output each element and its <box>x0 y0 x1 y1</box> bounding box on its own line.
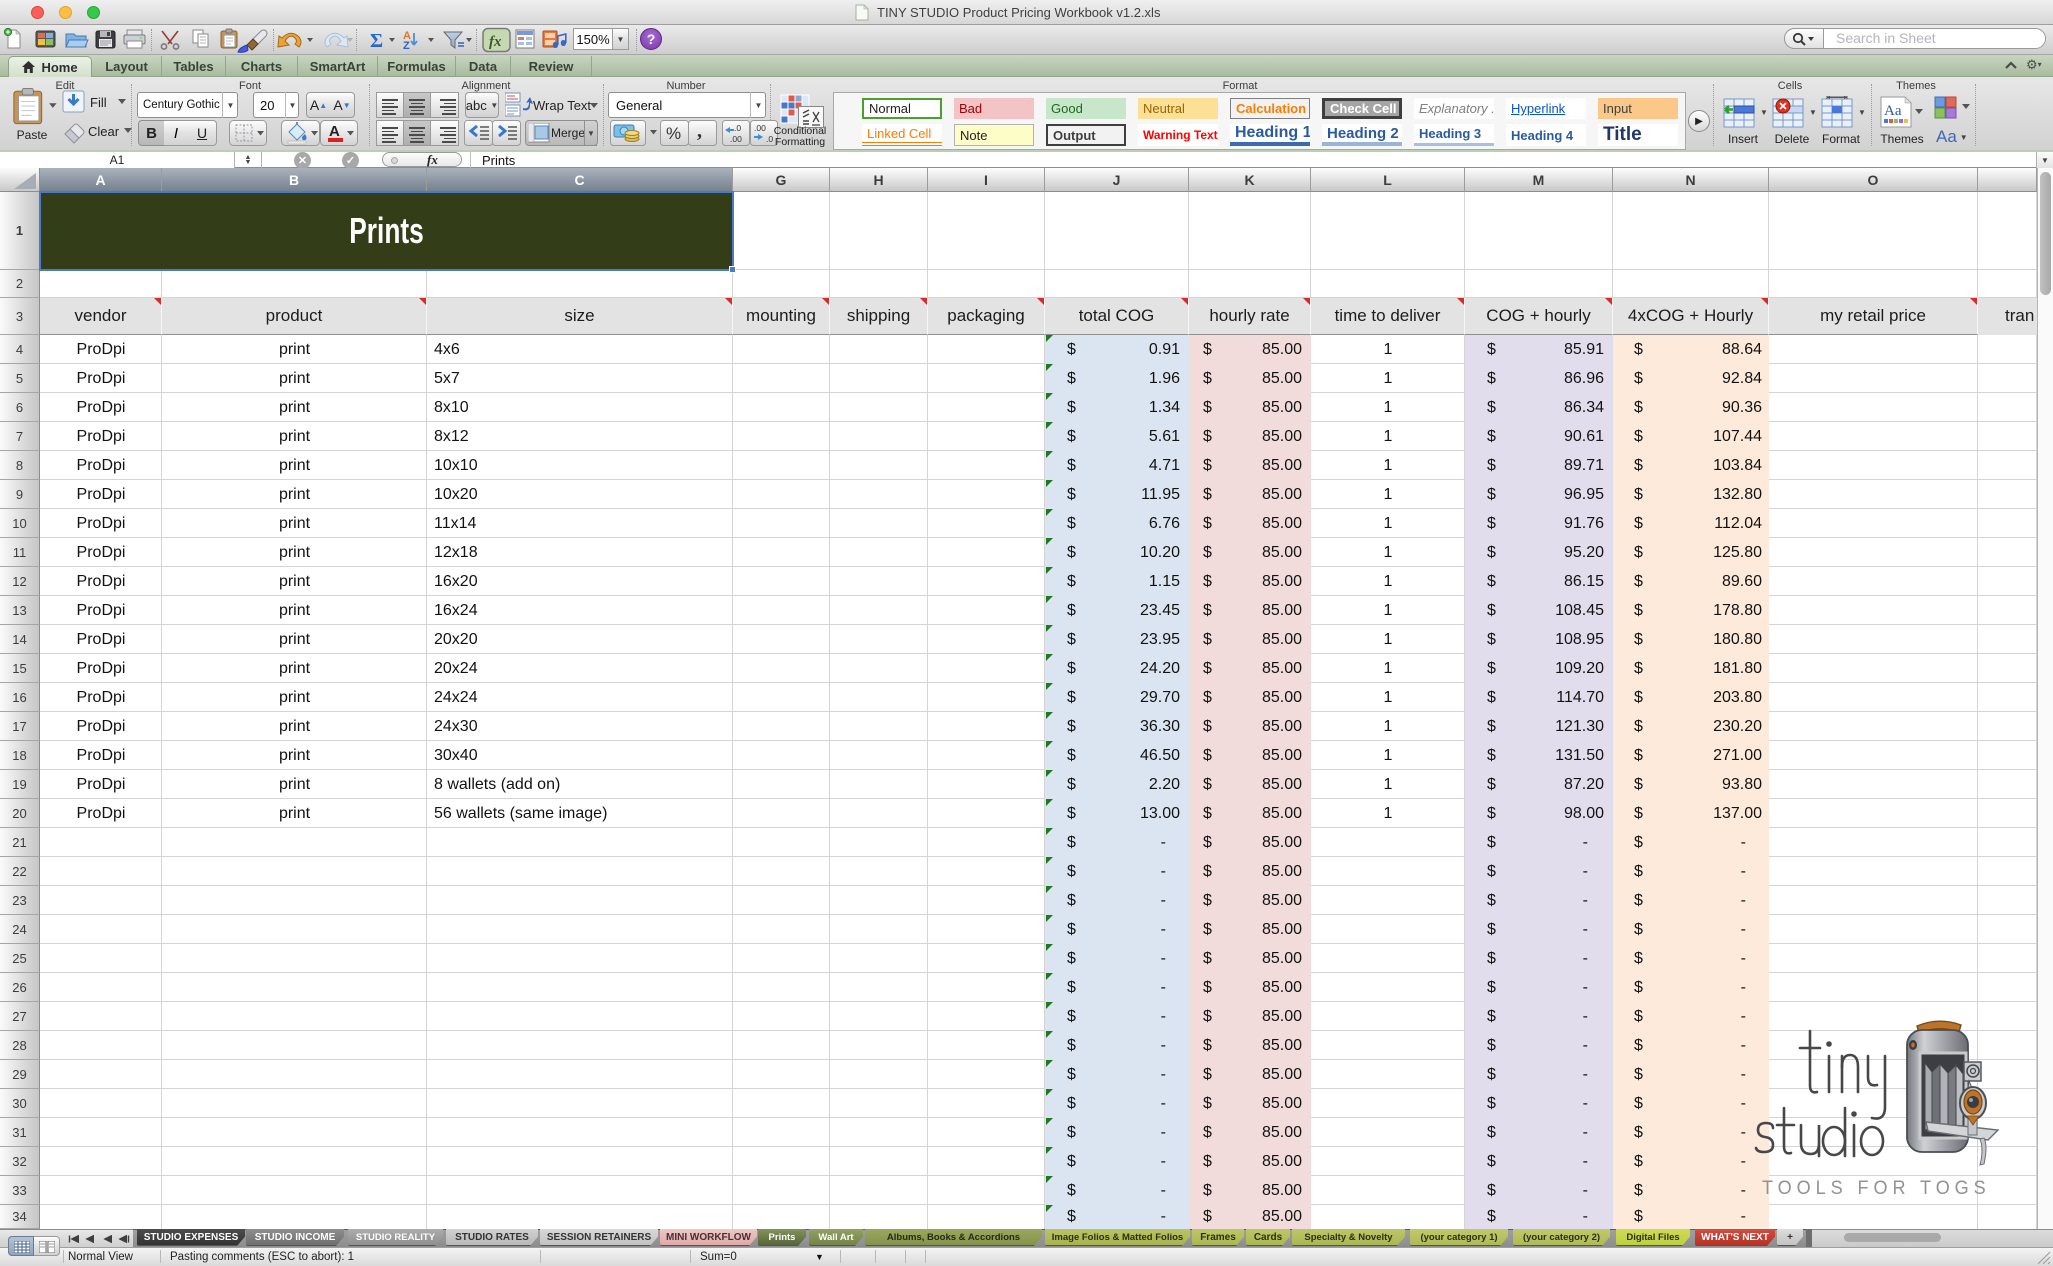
svg-text:Wrap Text: Wrap Text <box>533 98 591 113</box>
svg-text:Fill: Fill <box>90 95 107 110</box>
svg-text:fx: fx <box>489 34 502 50</box>
svg-text:Σ: Σ <box>370 30 383 52</box>
svg-text:.00: .00 <box>730 134 742 144</box>
svg-text:Clear: Clear <box>88 124 120 139</box>
svg-text:Z: Z <box>403 40 410 52</box>
svg-text:.0: .0 <box>734 123 741 133</box>
svg-text:A: A <box>329 123 340 140</box>
svg-text:%: % <box>666 124 681 143</box>
svg-text:,: , <box>697 120 702 142</box>
svg-text:Aa: Aa <box>1884 103 1902 119</box>
